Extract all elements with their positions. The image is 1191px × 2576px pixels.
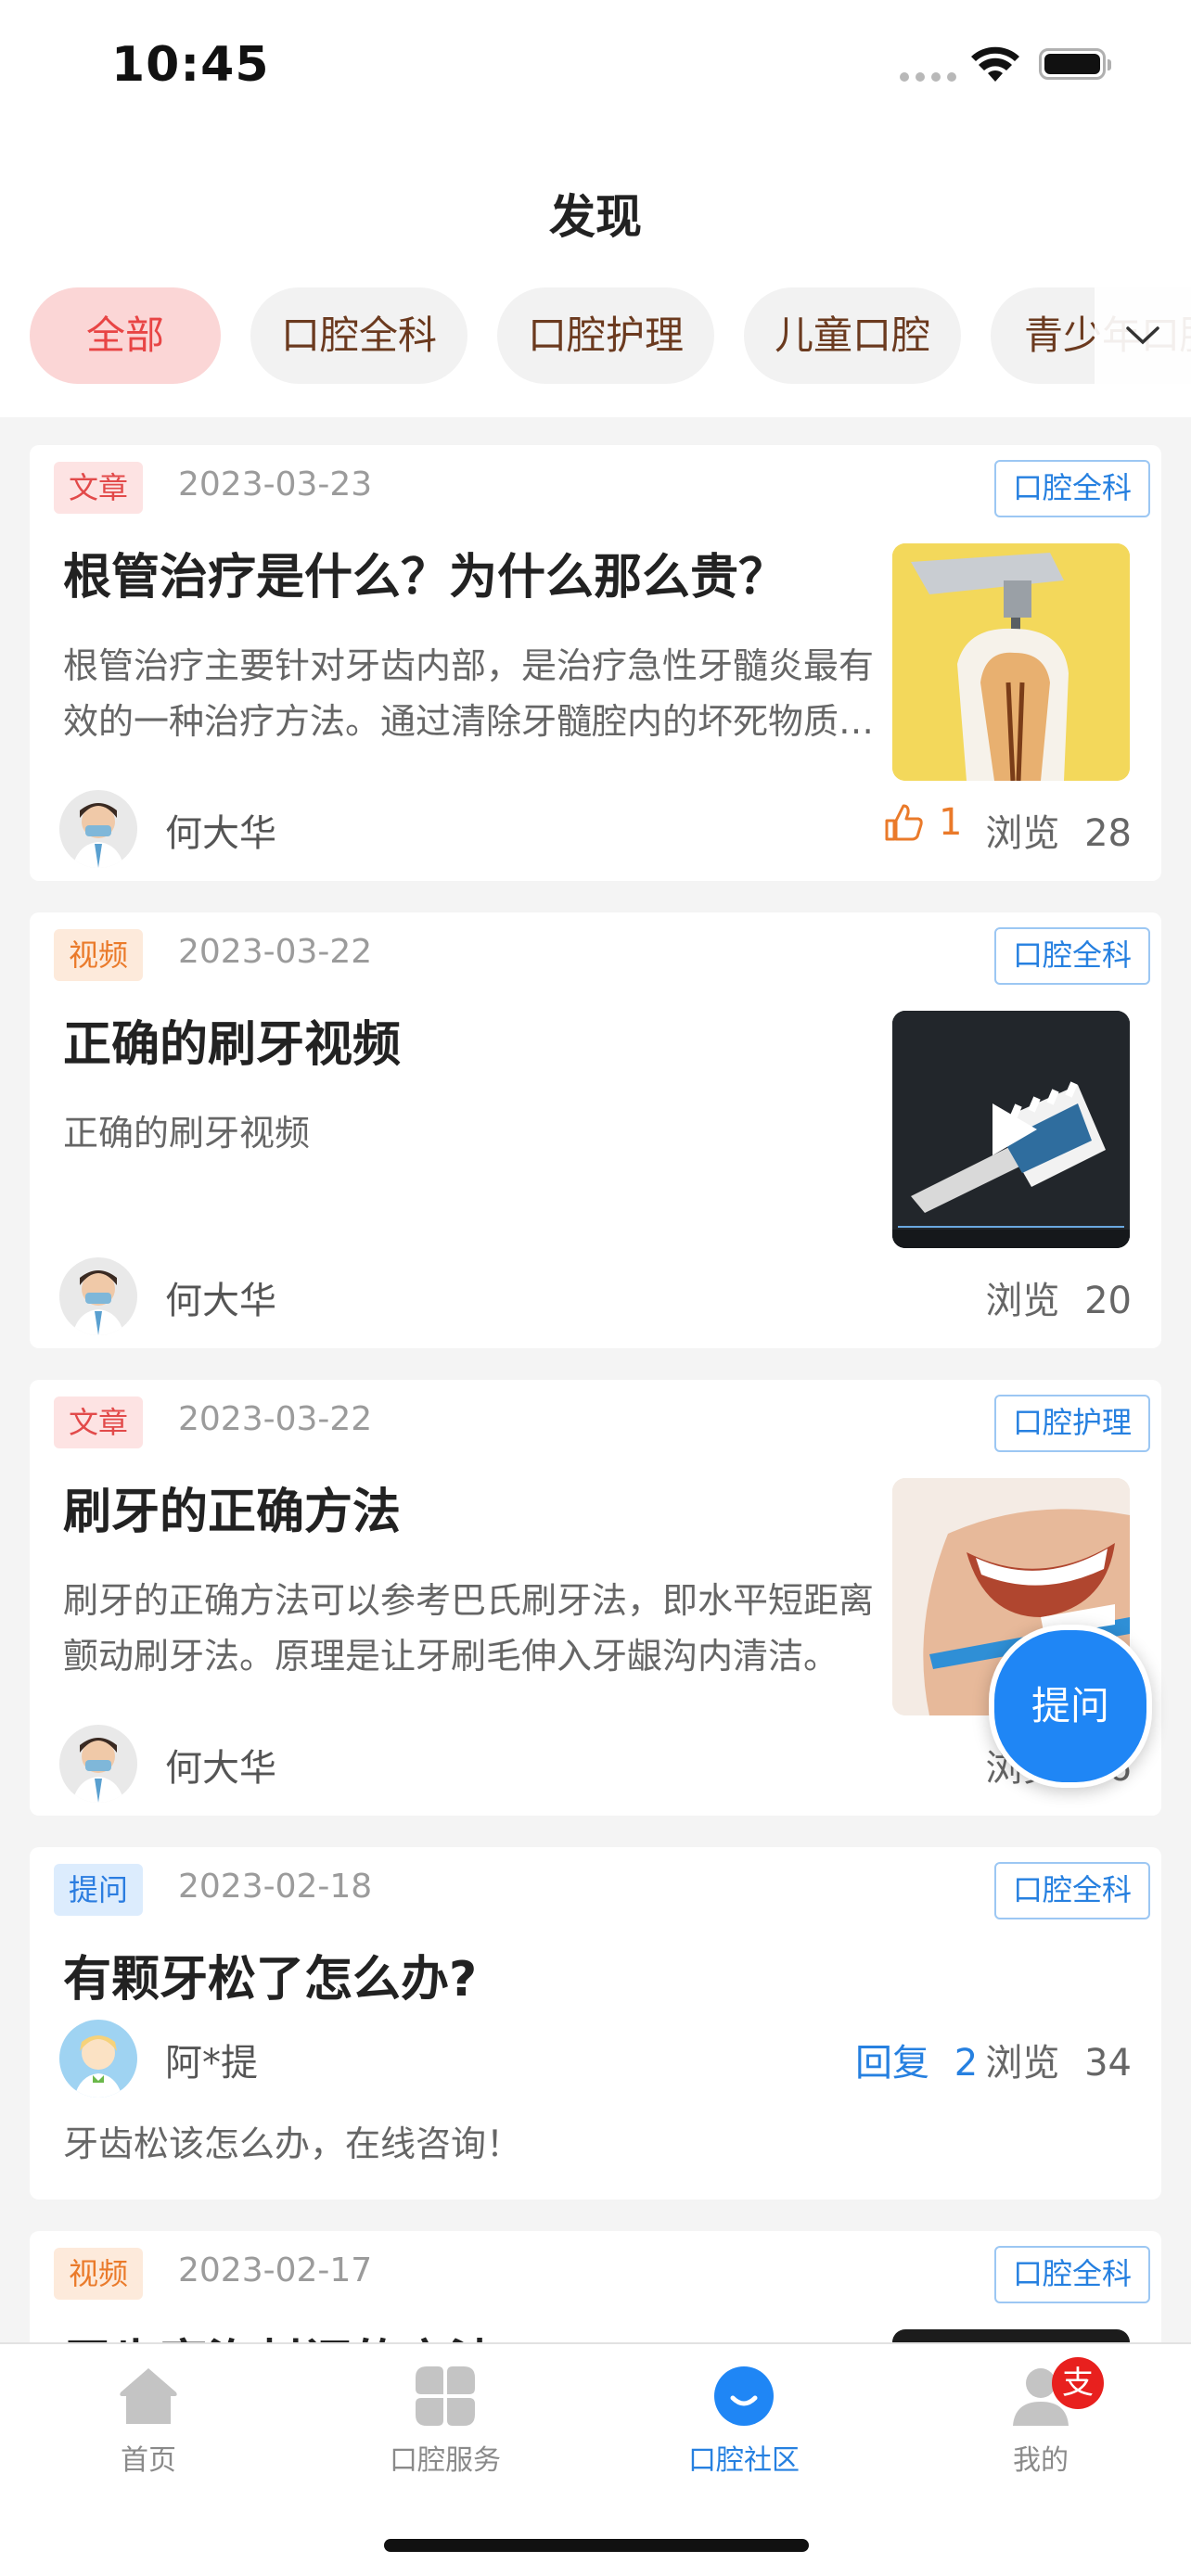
page-header: 发现 全部 口腔全科 口腔护理 儿童口腔 青少年口腔 xyxy=(0,139,1191,417)
author-avatar[interactable] xyxy=(59,790,137,868)
replies-label: 回复 xyxy=(855,2042,929,2085)
category-tag[interactable]: 口腔全科 xyxy=(993,1862,1150,1919)
tab-all[interactable]: 全部 xyxy=(30,287,221,384)
nav-label: 我的 xyxy=(1013,2444,1069,2477)
post-thumbnail xyxy=(892,543,1130,781)
author-avatar[interactable] xyxy=(59,2020,137,2098)
author-name: 何大华 xyxy=(165,812,276,855)
views-label: 浏览 xyxy=(985,1280,1060,1322)
feed-card[interactable]: 提问 2023-02-18 口腔全科 有颗牙松了怎么办? 阿*提 回复 2 浏览… xyxy=(30,1847,1161,2200)
page-title: 发现 xyxy=(549,190,642,244)
content-type-badge: 文章 xyxy=(54,1396,144,1448)
post-summary: 根管治疗主要针对牙齿内部，是治疗急性牙髓炎最有效的一种治疗方法。通过清除牙髓腔内… xyxy=(63,645,875,742)
category-tag[interactable]: 口腔护理 xyxy=(993,1395,1150,1452)
post-summary: 正确的刷牙视频 xyxy=(63,1113,311,1154)
content-type-badge: 提问 xyxy=(54,1864,144,1916)
reply-count[interactable]: 回复 2 xyxy=(855,2033,978,2086)
post-date: 2023-02-18 xyxy=(178,1868,373,1906)
play-icon xyxy=(992,1103,1037,1155)
author-name: 何大华 xyxy=(165,1280,276,1322)
category-tabs: 全部 口腔全科 口腔护理 儿童口腔 青少年口腔 xyxy=(0,287,1191,384)
community-icon xyxy=(714,2366,774,2426)
tab-children-oral[interactable]: 儿童口腔 xyxy=(744,287,961,384)
feed-card[interactable]: 文章 2023-03-23 口腔全科 根管治疗是什么？为什么那么贵？ 根管治疗主… xyxy=(30,445,1161,881)
nav-label: 口腔社区 xyxy=(688,2444,800,2477)
nav-label: 口腔服务 xyxy=(390,2444,501,2477)
nav-services[interactable]: 口腔服务 xyxy=(352,2363,538,2478)
tab-general-dentistry[interactable]: 口腔全科 xyxy=(250,287,467,384)
content-type-badge: 视频 xyxy=(54,2248,144,2300)
views-number: 28 xyxy=(1084,812,1132,855)
feed-card[interactable]: 文章 2023-03-22 口腔护理 刷牙的正确方法 刷牙的正确方法可以参考巴氏… xyxy=(30,1380,1161,1816)
views-number: 20 xyxy=(1084,1280,1132,1322)
services-icon xyxy=(416,2366,475,2426)
post-title: 根管治疗是什么？为什么那么贵？ xyxy=(63,550,788,606)
post-date: 2023-03-22 xyxy=(178,1400,373,1438)
post-date: 2023-02-17 xyxy=(178,2251,373,2289)
video-thumbnail[interactable] xyxy=(892,1011,1130,1248)
status-bar: 10:45 xyxy=(0,0,1191,139)
replies-number: 2 xyxy=(954,2042,979,2085)
views-label: 浏览 xyxy=(985,2042,1060,2085)
view-count: 浏览 28 xyxy=(985,803,1132,857)
nav-profile[interactable]: 我的 支 xyxy=(948,2357,1133,2478)
battery-icon xyxy=(1039,48,1111,80)
author-avatar[interactable] xyxy=(59,1257,137,1335)
discover-page: 10:45 发现 全部 口腔全科 口腔护理 儿童口腔 青少年口腔 文章 2023… xyxy=(0,0,1191,2576)
notification-badge: 支 xyxy=(1052,2357,1104,2409)
home-indicator xyxy=(384,2539,809,2552)
signal-icon xyxy=(900,72,957,82)
nav-label: 首页 xyxy=(121,2444,176,2477)
status-time: 10:45 xyxy=(111,37,270,93)
home-icon xyxy=(120,2368,177,2424)
nav-community[interactable]: 口腔社区 xyxy=(651,2363,837,2478)
post-title: 刷牙的正确方法 xyxy=(63,1485,402,1540)
category-tag[interactable]: 口腔全科 xyxy=(993,927,1150,985)
author-name: 何大华 xyxy=(165,1747,276,1790)
expand-tabs-button[interactable] xyxy=(1095,287,1191,384)
post-summary: 牙齿松该怎么办，在线咨询！ xyxy=(63,2123,522,2164)
feed-card[interactable]: 视频 2023-03-22 口腔全科 正确的刷牙视频 正确的刷牙视频 何大华 浏… xyxy=(30,912,1161,1348)
nav-home[interactable]: 首页 xyxy=(56,2363,241,2478)
author-name: 阿*提 xyxy=(165,2042,258,2085)
post-title: 正确的刷牙视频 xyxy=(63,1017,402,1073)
post-summary: 刷牙的正确方法可以参考巴氏刷牙法，即水平短距离颤动刷牙法。原理是让牙刷毛伸入牙龈… xyxy=(63,1580,875,1677)
post-date: 2023-03-22 xyxy=(178,933,373,971)
thumbs-up-icon xyxy=(885,804,923,841)
like-number: 1 xyxy=(939,801,963,844)
category-tag[interactable]: 口腔全科 xyxy=(993,460,1150,517)
chevron-down-icon xyxy=(1126,326,1159,345)
view-count: 浏览 34 xyxy=(985,2033,1132,2086)
author-avatar[interactable] xyxy=(59,1725,137,1803)
content-type-badge: 文章 xyxy=(54,462,144,514)
wifi-icon xyxy=(971,46,1019,82)
post-date: 2023-03-23 xyxy=(178,465,373,504)
ask-question-button[interactable]: 提问 xyxy=(989,1625,1152,1788)
view-count: 浏览 20 xyxy=(985,1270,1132,1324)
tab-oral-care[interactable]: 口腔护理 xyxy=(497,287,714,384)
views-label: 浏览 xyxy=(985,812,1060,855)
post-title: 有颗牙松了怎么办? xyxy=(63,1952,478,2008)
content-type-badge: 视频 xyxy=(54,929,144,981)
category-tag[interactable]: 口腔全科 xyxy=(993,2246,1150,2303)
like-count[interactable]: 1 xyxy=(883,801,962,844)
views-number: 34 xyxy=(1084,2042,1132,2085)
